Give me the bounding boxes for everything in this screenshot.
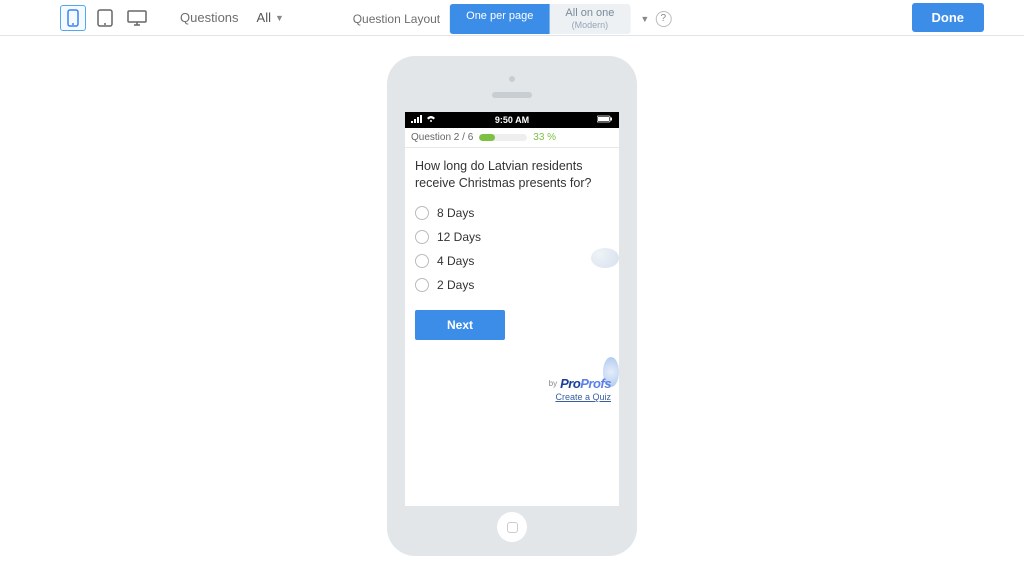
tablet-icon xyxy=(97,9,113,27)
option-label: 4 Days xyxy=(437,254,474,268)
layout-all-label: All on one xyxy=(565,7,614,19)
phone-frame: 9:50 AM Question 2 / 6 33 % How long do … xyxy=(387,56,637,556)
layout-chevron-down-icon[interactable]: ▼ xyxy=(640,14,649,24)
questions-label: Questions xyxy=(180,10,239,25)
radio-icon xyxy=(415,278,429,292)
phone-earpiece xyxy=(492,92,532,98)
radio-icon xyxy=(415,254,429,268)
layout-label: Question Layout xyxy=(353,12,440,26)
quiz-footer: by ProProfs Create a Quiz xyxy=(549,376,611,402)
chevron-down-icon: ▼ xyxy=(275,13,284,23)
layout-all-on-one[interactable]: All on one (Modern) xyxy=(549,4,630,34)
desktop-icon xyxy=(127,10,147,26)
signal-icon xyxy=(411,115,423,125)
phone-home-button xyxy=(497,512,527,542)
option-1[interactable]: 8 Days xyxy=(415,206,609,220)
layout-toggle: One per page All on one (Modern) xyxy=(450,4,630,34)
options-list: 8 Days 12 Days 4 Days 2 Days xyxy=(415,206,609,292)
phone-camera-dot xyxy=(509,76,515,82)
progress-percent: 33 % xyxy=(533,132,556,143)
option-2[interactable]: 12 Days xyxy=(415,230,609,244)
layout-control: Question Layout One per page All on one … xyxy=(353,4,672,34)
progress-bar xyxy=(479,134,527,141)
top-toolbar: Questions All ▼ Question Layout One per … xyxy=(0,0,1024,36)
questions-dropdown[interactable]: All ▼ xyxy=(247,7,294,28)
status-bar: 9:50 AM xyxy=(405,112,619,128)
done-button[interactable]: Done xyxy=(912,3,985,32)
device-desktop-tab[interactable] xyxy=(124,5,150,31)
phone-screen: 9:50 AM Question 2 / 6 33 % How long do … xyxy=(405,112,619,506)
option-label: 2 Days xyxy=(437,278,474,292)
questions-filter: Questions All ▼ xyxy=(180,7,294,28)
decorative-image xyxy=(591,248,619,268)
help-icon[interactable]: ? xyxy=(655,11,671,27)
battery-icon xyxy=(597,115,613,125)
progress-fill xyxy=(479,134,495,141)
layout-one-per-page[interactable]: One per page xyxy=(450,4,549,34)
radio-icon xyxy=(415,206,429,220)
create-quiz-link[interactable]: Create a Quiz xyxy=(555,392,611,402)
by-label: by xyxy=(549,379,557,388)
quiz-body: How long do Latvian residents receive Ch… xyxy=(405,148,619,350)
device-tablet-tab[interactable] xyxy=(92,5,118,31)
radio-icon xyxy=(415,230,429,244)
layout-modern-sub: (Modern) xyxy=(565,20,614,31)
quiz-header: Question 2 / 6 33 % xyxy=(405,128,619,148)
option-3[interactable]: 4 Days xyxy=(415,254,609,268)
status-time: 9:50 AM xyxy=(495,115,529,125)
question-counter: Question 2 / 6 xyxy=(411,132,473,143)
preview-canvas: 9:50 AM Question 2 / 6 33 % How long do … xyxy=(0,36,1024,556)
option-label: 12 Days xyxy=(437,230,481,244)
next-button[interactable]: Next xyxy=(415,310,505,340)
option-label: 8 Days xyxy=(437,206,474,220)
question-text: How long do Latvian residents receive Ch… xyxy=(415,158,609,192)
option-4[interactable]: 2 Days xyxy=(415,278,609,292)
wifi-icon xyxy=(426,115,436,125)
questions-value: All xyxy=(257,10,271,25)
proprofs-logo: ProProfs xyxy=(560,376,611,391)
device-phone-tab[interactable] xyxy=(60,5,86,31)
phone-icon xyxy=(67,9,79,27)
device-switcher xyxy=(60,5,150,31)
